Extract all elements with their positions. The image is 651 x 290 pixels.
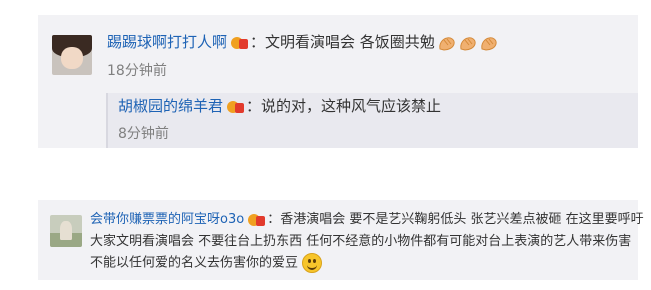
clap-icon <box>438 35 456 51</box>
comment-line: 不能以任何爱的名义去伤害你的爱豆 <box>90 253 323 274</box>
reply-line: 胡椒园的绵羊君 ：说的对，这种风气应该禁止 <box>118 96 441 116</box>
smile-icon <box>302 253 323 273</box>
vip-badge-icon <box>231 35 249 50</box>
avatar[interactable] <box>50 215 82 247</box>
comment-text: ：香港演唱会 要不是艺兴鞠躬低头 张艺兴差点被砸 在这里要呼吁 <box>267 212 644 227</box>
comment-card: 会带你赚票票的阿宝呀o3o ：香港演唱会 要不是艺兴鞠躬低头 张艺兴差点被砸 在这… <box>38 200 644 280</box>
comment-text: 大家文明看演唱会 不要往台上扔东西 任何不经意的小物件都有可能对台上表演的艺人带… <box>90 234 632 249</box>
username-link[interactable]: 会带你赚票票的阿宝呀o3o <box>90 212 244 227</box>
vip-badge-icon <box>227 99 245 114</box>
comment-text: ：文明看演唱会 各饭圈共勉 <box>250 33 435 51</box>
timestamp: 8分钟前 <box>118 126 169 142</box>
clap-icon <box>459 35 477 51</box>
comment-line: 会带你赚票票的阿宝呀o3o ：香港演唱会 要不是艺兴鞠躬低头 张艺兴差点被砸 在这… <box>90 211 644 229</box>
comment-line: 踢踢球啊打打人啊 ：文明看演唱会 各饭圈共勉 <box>107 32 498 52</box>
reply-text: ：说的对，这种风气应该禁止 <box>246 97 442 115</box>
username-link[interactable]: 胡椒园的绵羊君 <box>118 97 223 115</box>
avatar[interactable] <box>52 35 92 75</box>
vip-badge-icon <box>248 212 266 227</box>
timestamp: 18分钟前 <box>107 63 167 79</box>
clap-icon <box>480 35 498 51</box>
comment-card: 踢踢球啊打打人啊 ：文明看演唱会 各饭圈共勉 18分钟前 胡椒园的绵羊君 ：说的对，… <box>38 15 638 148</box>
username-link[interactable]: 踢踢球啊打打人啊 <box>107 33 227 51</box>
comment-text: 不能以任何爱的名义去伤害你的爱豆 <box>90 255 299 271</box>
reply-card: 胡椒园的绵羊君 ：说的对，这种风气应该禁止 8分钟前 <box>106 93 638 148</box>
